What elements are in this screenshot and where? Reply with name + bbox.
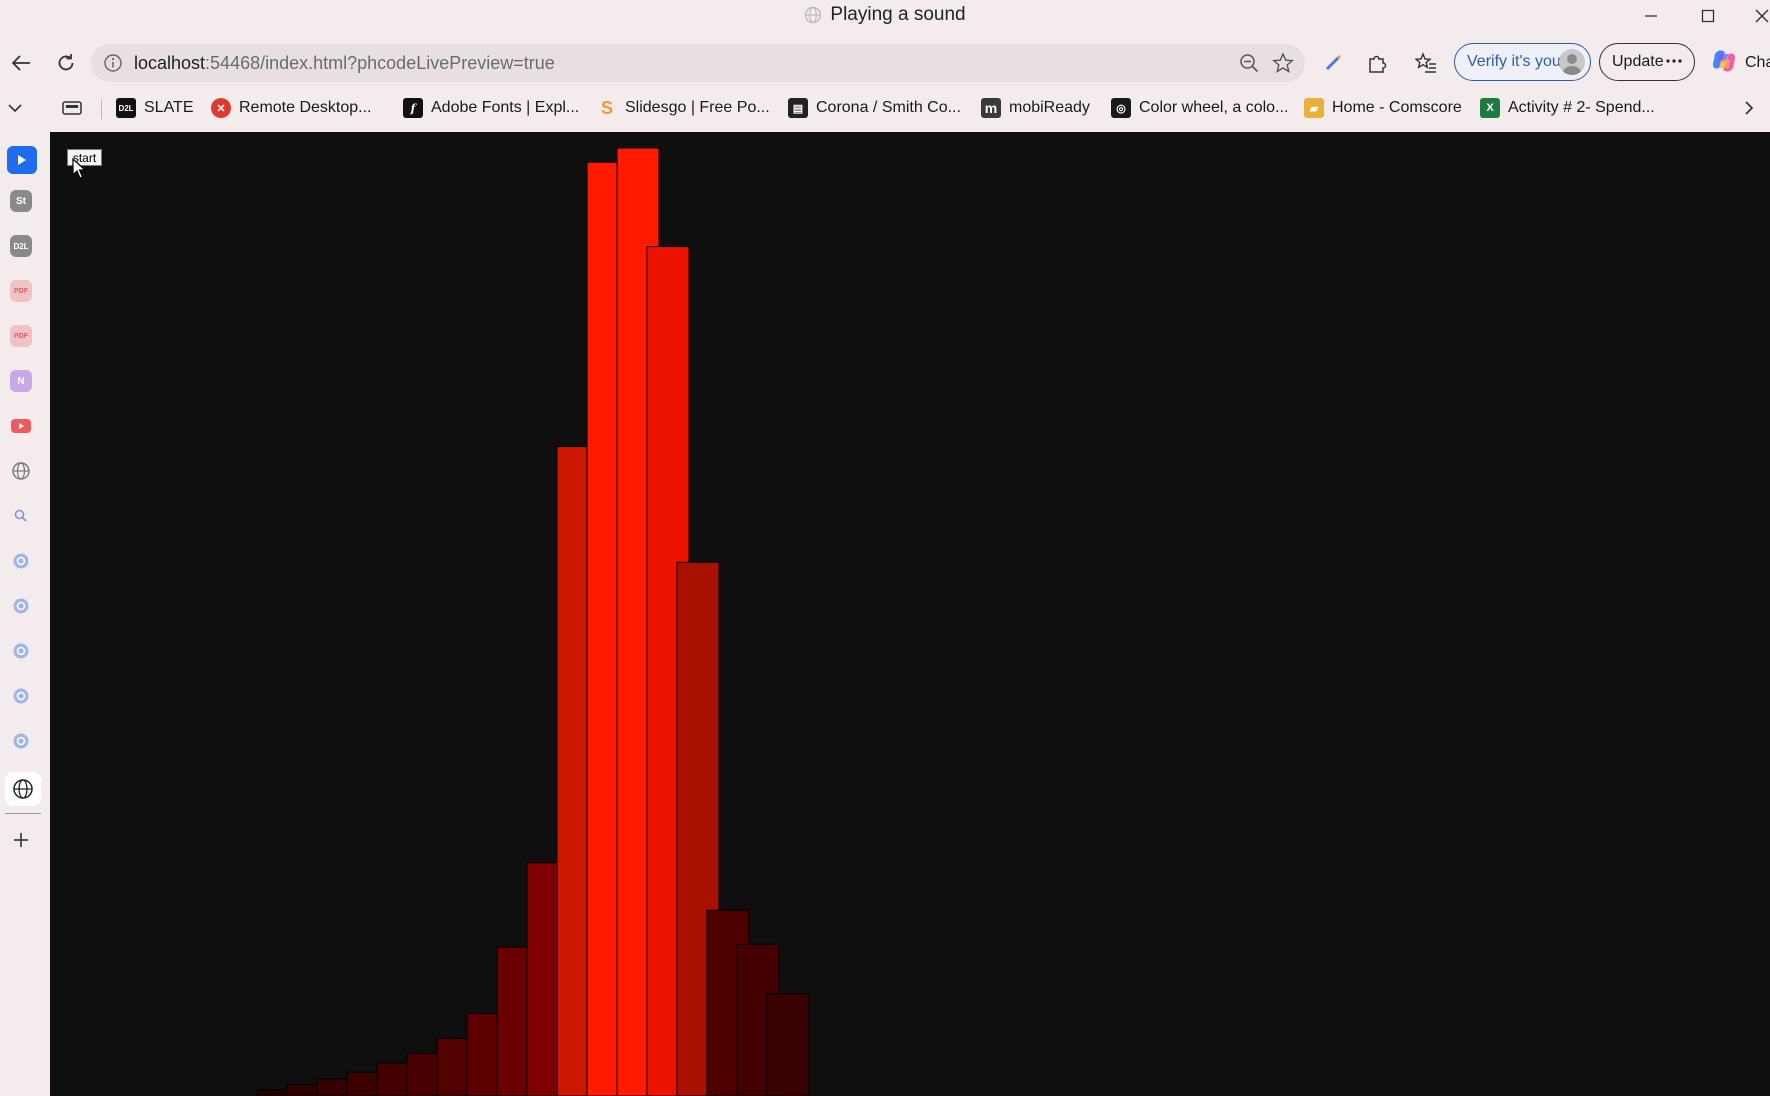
- refresh-icon[interactable]: [50, 47, 82, 79]
- update-button[interactable]: Update: [1599, 43, 1695, 81]
- extensions-puzzle-icon[interactable]: [1361, 47, 1393, 79]
- favorites-list-icon[interactable]: [1410, 47, 1442, 79]
- url-text[interactable]: localhost:54468/index.html?phcodeLivePre…: [134, 53, 555, 74]
- bookmark-label: Remote Desktop...: [239, 99, 372, 116]
- d2l-icon: D2L: [116, 98, 136, 118]
- adobe-fonts-icon: f: [403, 98, 423, 118]
- youtube-app-icon[interactable]: [10, 415, 32, 437]
- pdf-app-icon[interactable]: PDF: [10, 280, 32, 302]
- copilot-label[interactable]: Cha: [1745, 54, 1770, 72]
- globe-app-icon[interactable]: [5, 772, 41, 806]
- bookmark-corona[interactable]: ▤ Corona / Smith Co...: [788, 92, 961, 124]
- url-path: :54468/index.html?phcodeLivePreview=true: [205, 52, 555, 73]
- bookmarks-more-chevron-icon[interactable]: [1740, 92, 1758, 124]
- bookmark-remote-desktop[interactable]: ✕ Remote Desktop...: [211, 92, 372, 124]
- bookmark-adobe-fonts[interactable]: f Adobe Fonts | Expl...: [403, 92, 579, 124]
- zoom-out-icon[interactable]: [1239, 53, 1259, 78]
- mobiready-icon: m: [981, 98, 1001, 118]
- maximize-icon[interactable]: [1694, 4, 1722, 28]
- more-options-icon: [1665, 51, 1683, 76]
- comscore-icon: ▰: [1304, 98, 1324, 118]
- bookmark-activity[interactable]: X Activity # 2- Spend...: [1480, 92, 1655, 124]
- bookmark-label: Corona / Smith Co...: [816, 99, 961, 116]
- add-icon[interactable]: [10, 829, 32, 851]
- bookmark-label: Activity # 2- Spend...: [1508, 99, 1655, 116]
- bookmark-comscore[interactable]: ▰ Home - Comscore: [1304, 92, 1462, 124]
- address-bar[interactable]: localhost:54468/index.html?phcodeLivePre…: [91, 44, 1305, 82]
- verify-identity-button[interactable]: Verify it's you: [1454, 43, 1591, 81]
- sidebar-divider: [5, 813, 41, 814]
- onenote-app-icon[interactable]: N: [10, 370, 32, 392]
- bookmark-label: Home - Comscore: [1332, 99, 1462, 116]
- close-icon[interactable]: [1748, 4, 1770, 28]
- bookmark-slate[interactable]: D2L SLATE: [116, 92, 194, 124]
- globe-icon: [804, 6, 822, 24]
- corona-icon: ▤: [788, 98, 808, 118]
- bookmark-slidesgo[interactable]: S Slidesgo | Free Po...: [597, 92, 770, 124]
- window-title-group: Playing a sound: [0, 0, 1770, 30]
- bookmark-label: Slidesgo | Free Po...: [625, 99, 770, 116]
- sync-app-icon[interactable]: [10, 550, 32, 572]
- favorite-star-icon[interactable]: [1271, 52, 1295, 79]
- tab-actions-icon[interactable]: [60, 92, 84, 124]
- excel-icon: X: [1480, 98, 1500, 118]
- pen-extension-icon[interactable]: [1317, 47, 1349, 79]
- verify-label: Verify it's you: [1467, 53, 1561, 70]
- copilot-icon[interactable]: [1709, 46, 1739, 76]
- sync-app-icon[interactable]: [10, 640, 32, 662]
- frequency-bar: [766, 993, 810, 1096]
- site-info-icon[interactable]: [103, 53, 123, 73]
- window-title: Playing a sound: [830, 4, 966, 25]
- bookmark-label: Color wheel, a colo...: [1139, 99, 1289, 116]
- st-app-icon[interactable]: St: [10, 190, 32, 212]
- sync-app-icon[interactable]: [10, 730, 32, 752]
- sync-app-icon[interactable]: [10, 685, 32, 707]
- minimize-icon[interactable]: [1637, 4, 1665, 28]
- back-arrow-icon[interactable]: [5, 47, 37, 79]
- bookmark-label: Adobe Fonts | Expl...: [431, 99, 580, 116]
- sidebar-toggle-chevron-icon[interactable]: [5, 92, 25, 124]
- remote-desktop-icon: ✕: [211, 98, 231, 118]
- bookmark-label: SLATE: [144, 99, 194, 116]
- bookmark-mobiready[interactable]: m mobiReady: [981, 92, 1090, 124]
- update-label: Update: [1612, 53, 1664, 70]
- url-host: localhost: [134, 52, 206, 73]
- globe-app-icon[interactable]: [10, 460, 32, 482]
- d2l-app-icon[interactable]: D2L: [10, 235, 32, 257]
- edge-sidebar: St D2L PDF PDF N: [0, 132, 48, 1096]
- color-wheel-icon: ◎: [1111, 98, 1131, 118]
- sync-app-icon[interactable]: [10, 595, 32, 617]
- bookmarks-bar: D2L SLATE ✕ Remote Desktop... f Adobe Fo…: [0, 92, 1770, 124]
- bookmarks-divider: [101, 99, 102, 119]
- slidesgo-icon: S: [600, 97, 613, 118]
- mouse-cursor-icon: [72, 158, 86, 179]
- page-viewport: start: [50, 132, 1770, 1096]
- bookmark-label: mobiReady: [1009, 99, 1090, 116]
- bookmark-color-wheel[interactable]: ◎ Color wheel, a colo...: [1111, 92, 1288, 124]
- pdf-app-icon[interactable]: PDF: [10, 325, 32, 347]
- search-app-icon[interactable]: [10, 505, 32, 527]
- sound-visualizer: [256, 147, 810, 1096]
- avatar: [1559, 49, 1585, 75]
- play-app-icon[interactable]: [7, 146, 37, 174]
- title-bar: Playing a sound: [0, 0, 1770, 32]
